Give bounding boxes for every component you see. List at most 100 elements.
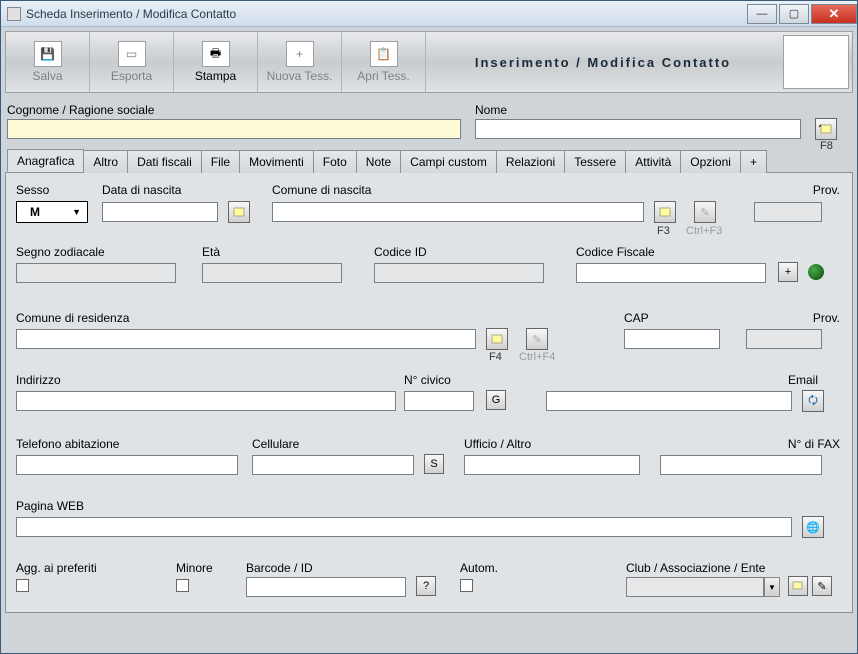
plus-icon: + (286, 41, 314, 67)
web-open-button[interactable]: 🌐 (802, 516, 824, 538)
agg-pref-checkbox[interactable] (16, 579, 29, 592)
page-title: Inserimento / Modifica Contatto (426, 32, 780, 92)
lookup-icon (792, 580, 804, 592)
export-label: Esporta (111, 69, 152, 83)
ctrl-f4-button[interactable]: ✎ (526, 328, 548, 350)
tel-abit-input[interactable] (16, 455, 238, 475)
indirizzo-input[interactable] (16, 391, 396, 411)
eta-input (202, 263, 342, 283)
club-edit-button[interactable]: ✎ (812, 576, 832, 596)
app-window: Scheda Inserimento / Modifica Contatto —… (0, 0, 858, 654)
f8-button[interactable] (815, 118, 837, 140)
name-label: Nome (475, 103, 507, 117)
prov-res-input[interactable] (746, 329, 822, 349)
tab-note[interactable]: Note (356, 150, 401, 173)
surname-label: Cognome / Ragione sociale (7, 103, 154, 117)
club-lookup-button[interactable] (788, 576, 808, 596)
data-nascita-input[interactable] (102, 202, 218, 222)
surname-input[interactable] (7, 119, 461, 139)
tab-anagrafica[interactable]: Anagrafica (7, 149, 84, 172)
tab-movimenti[interactable]: Movimenti (239, 150, 314, 173)
barcode-help-button[interactable]: ? (416, 576, 436, 596)
tab-file[interactable]: File (201, 150, 240, 173)
refresh-icon: 🗘 (808, 392, 818, 411)
ctrl-f3-caption: Ctrl+F3 (686, 225, 722, 237)
f4-button[interactable] (486, 328, 508, 350)
autom-checkbox[interactable] (460, 579, 473, 592)
data-nascita-lookup-button[interactable] (228, 201, 250, 223)
cap-input[interactable] (624, 329, 720, 349)
pencil-icon: ✎ (817, 580, 826, 593)
toolbar: 💾 Salva ▭ Esporta 🖶 Stampa + Nuova Tess.… (5, 31, 853, 93)
print-label: Stampa (195, 69, 236, 83)
new-card-label: Nuova Tess. (267, 69, 333, 83)
tab-plus[interactable]: + (740, 150, 767, 173)
f3-button[interactable] (654, 201, 676, 223)
uff-input[interactable] (464, 455, 640, 475)
prov-nascita-input[interactable] (754, 202, 822, 222)
tab-opzioni[interactable]: Opzioni (680, 150, 741, 173)
close-button[interactable]: ✕ (811, 4, 857, 24)
club-select[interactable] (626, 577, 764, 597)
sesso-label: Sesso (16, 183, 49, 197)
minimize-button[interactable]: — (747, 4, 777, 24)
eta-label: Età (202, 245, 220, 259)
barcode-input[interactable] (246, 577, 406, 597)
data-nascita-label: Data di nascita (102, 183, 181, 197)
g-button[interactable]: G (486, 390, 506, 410)
cap-label: CAP (624, 311, 649, 325)
comune-res-input[interactable] (16, 329, 476, 349)
print-icon: 🖶 (202, 41, 230, 67)
ncivico-input[interactable] (404, 391, 474, 411)
web-input[interactable] (16, 517, 792, 537)
tab-attivita[interactable]: Attività (625, 150, 681, 173)
name-input[interactable] (475, 119, 801, 139)
f3-caption: F3 (657, 225, 670, 237)
cell-input[interactable] (252, 455, 414, 475)
comune-nascita-input[interactable] (272, 202, 644, 222)
tab-tessere[interactable]: Tessere (564, 150, 626, 173)
club-dropdown-button[interactable]: ▼ (764, 577, 780, 597)
minore-checkbox[interactable] (176, 579, 189, 592)
ctrl-f4-caption: Ctrl+F4 (519, 351, 555, 363)
autom-label: Autom. (460, 561, 498, 575)
email-input[interactable] (546, 391, 792, 411)
export-button[interactable]: ▭ Esporta (90, 32, 174, 92)
tab-dati-fiscali[interactable]: Dati fiscali (127, 150, 202, 173)
window-title: Scheda Inserimento / Modifica Contatto (26, 7, 747, 21)
cf-plus-button[interactable]: + (778, 262, 798, 282)
clipboard-icon: 📋 (370, 41, 398, 67)
print-button[interactable]: 🖶 Stampa (174, 32, 258, 92)
status-dot-icon (808, 264, 824, 280)
codice-fiscale-input[interactable] (576, 263, 766, 283)
app-icon (7, 7, 21, 21)
save-button[interactable]: 💾 Salva (6, 32, 90, 92)
tab-relazioni[interactable]: Relazioni (496, 150, 565, 173)
tel-abit-label: Telefono abitazione (16, 437, 119, 451)
uff-label: Ufficio / Altro (464, 437, 531, 451)
comune-nascita-label: Comune di nascita (272, 183, 371, 197)
codice-id-input (374, 263, 544, 283)
sesso-value: M (30, 205, 40, 219)
open-card-button[interactable]: 📋 Apri Tess. (342, 32, 426, 92)
cell-label: Cellulare (252, 437, 299, 451)
tab-altro[interactable]: Altro (83, 150, 128, 173)
indirizzo-label: Indirizzo (16, 373, 61, 387)
sesso-select[interactable]: M (16, 201, 88, 223)
f8-caption: F8 (820, 140, 833, 152)
ctrl-f3-button[interactable]: ✎ (694, 201, 716, 223)
f4-caption: F4 (489, 351, 502, 363)
web-label: Pagina WEB (16, 499, 84, 513)
maximize-button[interactable]: ▢ (779, 4, 809, 24)
new-card-button[interactable]: + Nuova Tess. (258, 32, 342, 92)
tab-body-anagrafica: Sesso M Data di nascita Comune di nascit… (5, 173, 853, 613)
photo-placeholder[interactable] (783, 35, 849, 89)
s-button[interactable]: S (424, 454, 444, 474)
email-send-button[interactable]: 🗘 (802, 390, 824, 412)
tabstrip: Anagrafica Altro Dati fiscali File Movim… (5, 149, 853, 173)
nfax-input[interactable] (660, 455, 822, 475)
globe-icon: 🌐 (806, 521, 820, 534)
tab-campi-custom[interactable]: Campi custom (400, 150, 497, 173)
lookup-icon (819, 122, 833, 136)
tab-foto[interactable]: Foto (313, 150, 357, 173)
